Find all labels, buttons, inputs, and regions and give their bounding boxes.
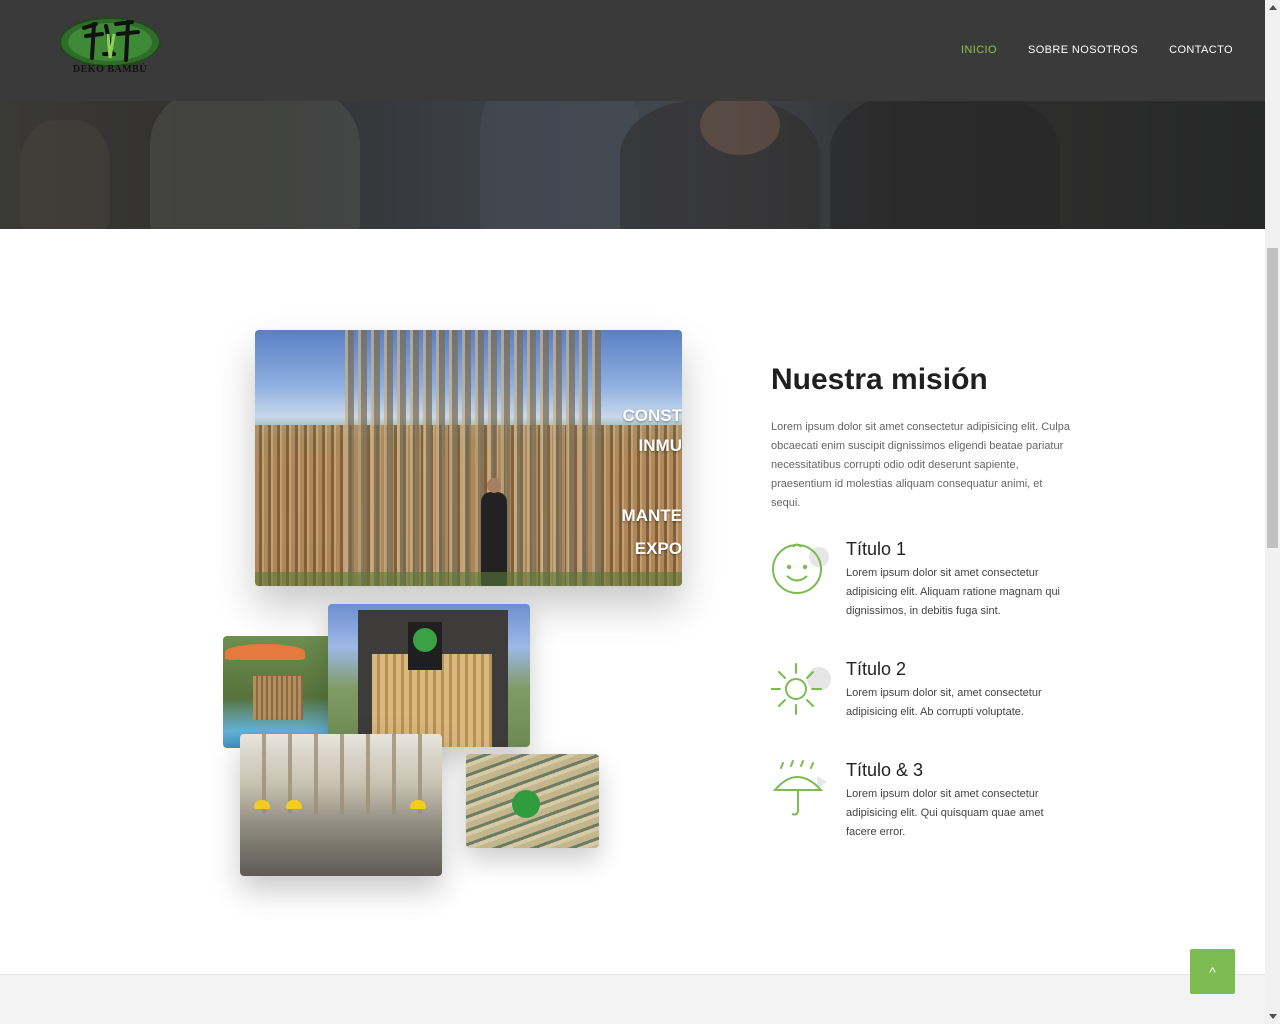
scroll-down-arrow-icon[interactable] (1269, 1014, 1277, 1019)
next-section (0, 974, 1265, 1024)
hard-hat (254, 800, 270, 809)
pool-photo (223, 636, 333, 748)
photo-caption-line: CONST (622, 406, 683, 425)
feature-text: Lorem ipsum dolor sit amet consectetur a… (846, 567, 1061, 617)
page-scrollbar[interactable] (1265, 0, 1280, 1024)
logo-badge (512, 790, 540, 818)
bamboo-panel (253, 676, 303, 720)
hard-hat (286, 800, 302, 809)
scroll-up-arrow-icon[interactable] (1269, 5, 1277, 10)
chevron-up-icon: ^ (1209, 963, 1216, 980)
baby-face-icon (772, 543, 829, 594)
bamboo-poles (345, 330, 605, 586)
mission-text: Lorem ipsum dolor sit amet consectetur a… (771, 421, 1070, 509)
feature-text: Lorem ipsum dolor sit amet consectetur a… (846, 788, 1044, 838)
main-nav: INICIO SOBRE NOSOTROS CONTACTO (961, 44, 1233, 56)
site-header: DEKO BAMBÚ INICIO SOBRE NOSOTROS CONTACT… (0, 0, 1265, 101)
umbrella-rain-icon (772, 760, 827, 816)
feature-title: Título 2 (846, 659, 907, 679)
scrollbar-thumb[interactable] (1267, 248, 1278, 548)
logo-text: DEKO BAMBÚ (72, 64, 148, 75)
umbrella-shape (225, 644, 305, 660)
shipping-container-photo (328, 604, 530, 747)
feature-title: Título 1 (846, 539, 907, 559)
team-photo (240, 734, 442, 876)
photo-caption-line: INMU (638, 436, 682, 455)
bamboo-poles-photo (466, 754, 599, 848)
grass (255, 572, 682, 586)
photo-caption-line: EXPO (634, 539, 682, 558)
feature-text: Lorem ipsum dolor sit, amet consectetur … (846, 687, 1042, 718)
mission-title: Nuestra misión (771, 363, 988, 396)
bamboo-structure-photo: CONST INMU MANTE EXPO (255, 330, 682, 586)
photo-caption-line: MANTE (621, 506, 682, 525)
nav-item-sobre-nosotros[interactable]: SOBRE NOSOTROS (1028, 44, 1138, 56)
hard-hat (410, 800, 426, 809)
back-to-top-button[interactable]: ^ (1190, 949, 1235, 994)
nav-item-inicio[interactable]: INICIO (961, 44, 997, 56)
feature-title: Título & 3 (846, 760, 924, 780)
nav-item-contacto[interactable]: CONTACTO (1169, 44, 1233, 56)
sun-icon (771, 663, 831, 715)
banner-shape (408, 622, 442, 670)
